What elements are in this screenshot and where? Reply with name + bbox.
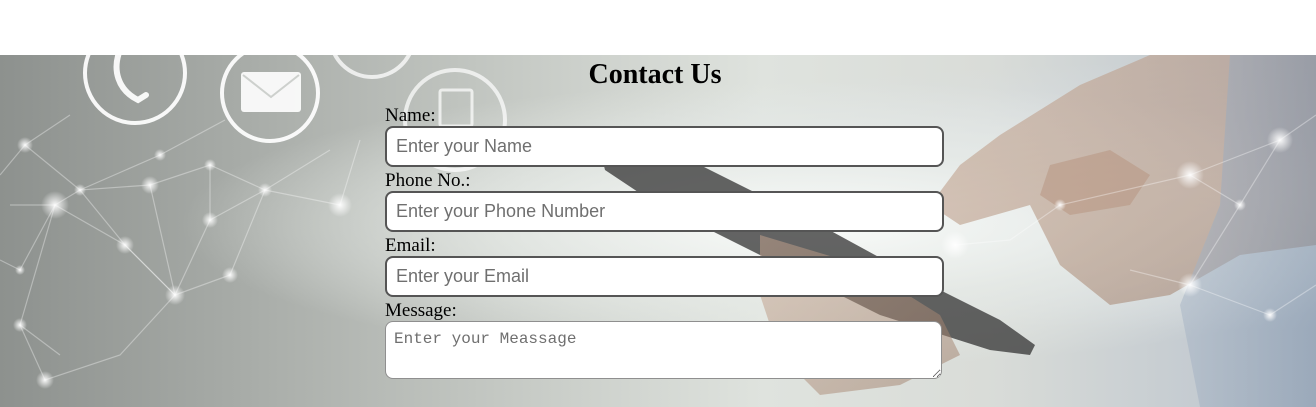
message-label: Message: [385, 300, 457, 321]
phone-label: Phone No.: [385, 170, 471, 191]
top-blank-area [0, 0, 1316, 55]
message-textarea[interactable] [385, 321, 942, 379]
contact-form: Name: Phone No.: Email: Message: [385, 105, 945, 379]
page-title: Contact Us [588, 59, 722, 90]
network-lines [0, 114, 361, 381]
network-nodes [13, 137, 352, 389]
contact-section: Contact Us Name: Phone No.: Email: Messa… [0, 55, 1316, 407]
phone-input[interactable] [385, 191, 944, 232]
email-label: Email: [385, 235, 436, 256]
name-label: Name: [385, 105, 436, 126]
name-input[interactable] [385, 126, 944, 167]
email-input[interactable] [385, 256, 944, 297]
